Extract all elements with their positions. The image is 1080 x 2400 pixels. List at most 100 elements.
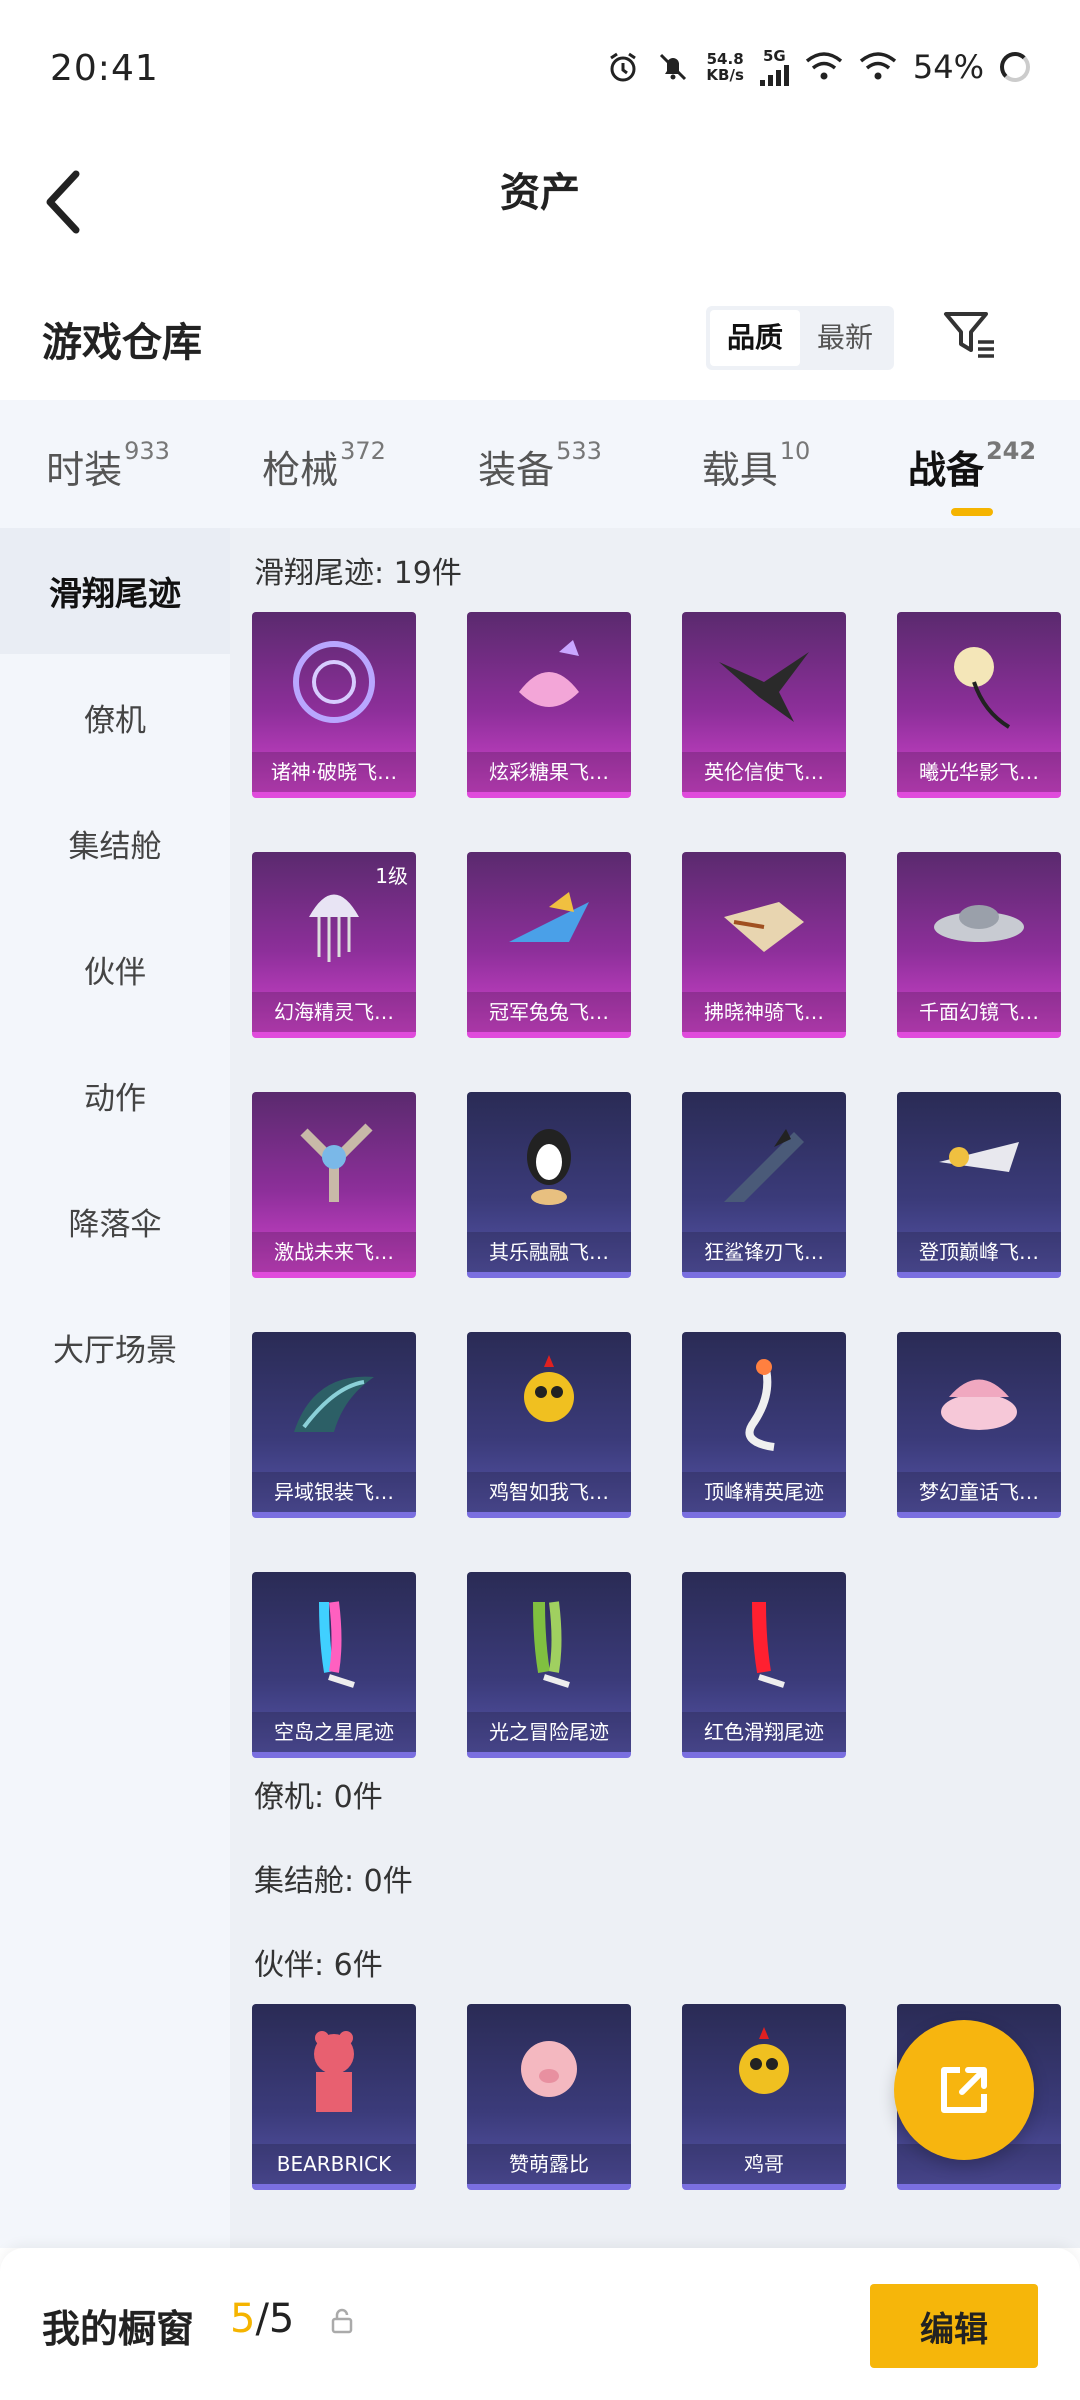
app-header: 资产 bbox=[0, 140, 1080, 270]
item-card[interactable]: 1级幻海精灵飞… bbox=[252, 852, 416, 1038]
item-card[interactable]: 顶峰精英尾迹 bbox=[682, 1332, 846, 1518]
item-name: 鸡智如我飞… bbox=[467, 1472, 631, 1512]
red-trail-icon bbox=[682, 1572, 846, 1712]
jet-icon bbox=[467, 852, 631, 992]
filter-icon[interactable] bbox=[940, 304, 1000, 364]
item-card[interactable]: 英伦信使飞… bbox=[682, 612, 846, 798]
category-tabs: 时装933 枪械372 装备533 载具10 战备242 bbox=[0, 400, 1080, 528]
plane-icon bbox=[897, 1092, 1061, 1232]
section-title-glide-trail: 滑翔尾迹: 19件 bbox=[254, 556, 462, 591]
net-speed: 54.8 KB/s bbox=[706, 50, 744, 84]
share-icon bbox=[941, 2067, 987, 2113]
item-name: 拂晓神骑飞… bbox=[682, 992, 846, 1032]
ufo-icon bbox=[897, 852, 1061, 992]
rainbow-trail-icon bbox=[252, 1572, 416, 1712]
raven-icon bbox=[682, 612, 846, 752]
item-level-badge: 1级 bbox=[375, 864, 408, 888]
item-name: 幻海精灵飞… bbox=[252, 992, 416, 1032]
glide-trail-grid: 诸神·破晓飞… 炫彩糖果飞… 英伦信使飞… 曦光华影飞… 1级幻海精灵飞… 冠军兔兔飞… 拂… bbox=[252, 612, 1061, 1758]
item-card[interactable]: 鸡哥 bbox=[682, 2004, 846, 2190]
item-card[interactable]: 空岛之星尾迹 bbox=[252, 1572, 416, 1758]
item-name: 登顶巅峰飞… bbox=[897, 1232, 1061, 1272]
sidebar-item-partner[interactable]: 伙伴 bbox=[0, 906, 230, 1032]
item-card[interactable]: 激战未来飞… bbox=[252, 1092, 416, 1278]
chicken-icon bbox=[682, 2004, 846, 2144]
item-card[interactable]: 鸡智如我飞… bbox=[467, 1332, 631, 1518]
warehouse-header: 游戏仓库 品质 最新 bbox=[0, 270, 1080, 400]
glider-icon bbox=[682, 852, 846, 992]
item-card[interactable]: 冠军兔兔飞… bbox=[467, 852, 631, 1038]
item-card[interactable]: 异域银装飞… bbox=[252, 1332, 416, 1518]
chicken-icon bbox=[467, 1332, 631, 1472]
item-name: BEARBRICK bbox=[252, 2144, 416, 2184]
item-card[interactable]: 诸神·破晓飞… bbox=[252, 612, 416, 798]
item-card[interactable]: 炫彩糖果飞… bbox=[467, 612, 631, 798]
showcase-bar: 我的橱窗 5/5 编辑 bbox=[0, 2248, 1080, 2400]
section-title-wingman: 僚机: 0件 bbox=[254, 1780, 383, 1815]
candy-icon bbox=[467, 612, 631, 752]
share-button[interactable] bbox=[894, 2020, 1034, 2160]
green-trail-icon bbox=[467, 1572, 631, 1712]
item-list[interactable]: 滑翔尾迹: 19件 诸神·破晓飞… 炫彩糖果飞… 英伦信使飞… 曦光华影飞… 1级幻海精… bbox=[230, 528, 1080, 2248]
status-bar: 20:41 54.8 KB/s 5G 54% bbox=[0, 0, 1080, 140]
sidebar-item-lobby-scene[interactable]: 大厅场景 bbox=[0, 1284, 230, 1410]
item-name: 光之冒险尾迹 bbox=[467, 1712, 631, 1752]
trail-icon bbox=[682, 1332, 846, 1472]
item-name: 顶峰精英尾迹 bbox=[682, 1472, 846, 1512]
sidebar-item-wingman[interactable]: 僚机 bbox=[0, 654, 230, 780]
item-name: 冠军兔兔飞… bbox=[467, 992, 631, 1032]
showcase-count: 5/5 bbox=[230, 2296, 295, 2342]
rune-disc-icon bbox=[252, 612, 416, 752]
sidebar: 滑翔尾迹 僚机 集结舱 伙伴 动作 降落伞 大厅场景 bbox=[0, 528, 230, 2248]
item-name: 英伦信使飞… bbox=[682, 752, 846, 792]
penguin-icon bbox=[467, 1092, 631, 1232]
tab-vehicles[interactable]: 载具10 bbox=[648, 435, 864, 494]
item-card[interactable]: BEARBRICK bbox=[252, 2004, 416, 2190]
item-card[interactable]: 红色滑翔尾迹 bbox=[682, 1572, 846, 1758]
sidebar-item-parachute[interactable]: 降落伞 bbox=[0, 1158, 230, 1284]
item-name: 千面幻镜飞… bbox=[897, 992, 1061, 1032]
item-card[interactable]: 狂鲨锋刃飞… bbox=[682, 1092, 846, 1278]
battery-percent: 54% bbox=[912, 48, 984, 86]
item-name: 狂鲨锋刃飞… bbox=[682, 1232, 846, 1272]
wing-icon bbox=[252, 1332, 416, 1472]
showcase-label: 我的橱窗 bbox=[42, 2307, 195, 2351]
sidebar-item-emote[interactable]: 动作 bbox=[0, 1032, 230, 1158]
item-name: 梦幻童话飞… bbox=[897, 1472, 1061, 1512]
lock-icon bbox=[331, 2308, 353, 2334]
item-card[interactable]: 梦幻童话飞… bbox=[897, 1332, 1061, 1518]
sort-quality-option[interactable]: 品质 bbox=[710, 310, 800, 366]
item-card[interactable]: 赞萌露比 bbox=[467, 2004, 631, 2190]
item-name: 曦光华影飞… bbox=[897, 752, 1061, 792]
item-name: 激战未来飞… bbox=[252, 1232, 416, 1272]
item-name: 诸神·破晓飞… bbox=[252, 752, 416, 792]
item-card[interactable]: 其乐融融飞… bbox=[467, 1092, 631, 1278]
edit-button[interactable]: 编辑 bbox=[870, 2284, 1038, 2368]
sort-newest-option[interactable]: 最新 bbox=[800, 310, 890, 366]
tab-fashion[interactable]: 时装933 bbox=[0, 435, 216, 494]
item-name: 异域银装飞… bbox=[252, 1472, 416, 1512]
item-card[interactable]: 拂晓神骑飞… bbox=[682, 852, 846, 1038]
item-name: 其乐融融飞… bbox=[467, 1232, 631, 1272]
item-card[interactable]: 登顶巅峰飞… bbox=[897, 1092, 1061, 1278]
section-title-partner: 伙伴: 6件 bbox=[254, 1948, 383, 1983]
item-name: 红色滑翔尾迹 bbox=[682, 1712, 846, 1752]
drone-icon bbox=[252, 1092, 416, 1232]
alarm-icon bbox=[610, 52, 637, 82]
sidebar-item-assembly-pod[interactable]: 集结舱 bbox=[0, 780, 230, 906]
tab-firearms[interactable]: 枪械372 bbox=[216, 435, 432, 494]
carriage-icon bbox=[897, 1332, 1061, 1472]
tab-battle-prep[interactable]: 战备242 bbox=[864, 435, 1080, 494]
item-name: 炫彩糖果飞… bbox=[467, 752, 631, 792]
pig-icon bbox=[467, 2004, 631, 2144]
tab-equipment[interactable]: 装备533 bbox=[432, 435, 648, 494]
page-title: 资产 bbox=[500, 170, 580, 216]
flower-icon bbox=[897, 612, 1061, 752]
sidebar-item-glide-trail[interactable]: 滑翔尾迹 bbox=[0, 528, 230, 654]
item-card[interactable]: 曦光华影飞… bbox=[897, 612, 1061, 798]
item-name: 鸡哥 bbox=[682, 2144, 846, 2184]
item-card[interactable]: 千面幻镜飞… bbox=[897, 852, 1061, 1038]
sort-toggle: 品质 最新 bbox=[706, 306, 894, 370]
status-icons: 54.8 KB/s 5G 54% bbox=[606, 48, 1030, 86]
item-card[interactable]: 光之冒险尾迹 bbox=[467, 1572, 631, 1758]
